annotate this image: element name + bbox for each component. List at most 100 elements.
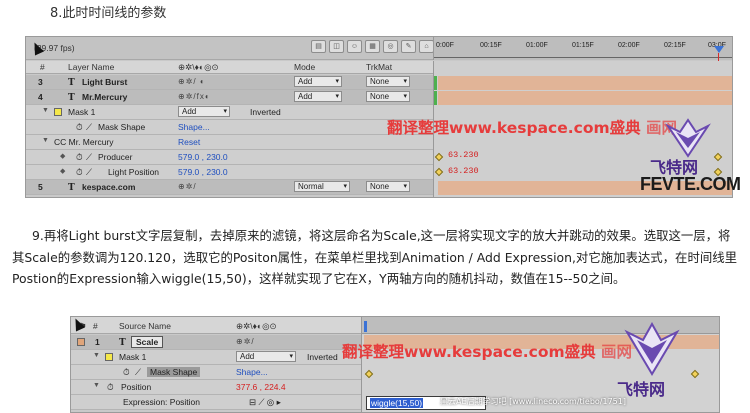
layer-row-scale[interactable]: 1 T Scale ⊕✲/ [71, 335, 361, 350]
trkmat-select[interactable]: None [366, 91, 410, 102]
mask-shape-row[interactable]: ⏱ ⟋ Mask Shape Shape... [71, 365, 361, 380]
mask-shape-row[interactable]: ⏱ ⟋ Mask Shape Shape... [26, 120, 433, 135]
expand-triangle-icon[interactable]: ▼ [42, 107, 49, 114]
expression-text: wiggle(15,50) [370, 398, 424, 408]
mask-shape-label: Mask Shape [98, 122, 146, 132]
timeline-toolbar: (29.97 fps) ▤ ◫ ☺ ▦ ◎ ✎ ⌂ 0:00F 00:15F 0… [26, 37, 732, 60]
text-layer-icon: T [68, 78, 75, 88]
switches-icons: ⊕✲\♦◐◎⊙ [236, 321, 277, 331]
keyframe-value: 63.230 [448, 150, 479, 160]
layer-row-kespace[interactable]: 5 T kespace.com ⊕✲/ Normal None [26, 180, 433, 195]
effect-row[interactable]: ▼ CC Mr. Mercury Reset [26, 135, 433, 150]
position-label: Position [121, 382, 152, 392]
mask-row[interactable]: ▼ Mask 1 Add Inverted [71, 350, 361, 365]
comp-mini-flowchart-icon[interactable]: ▤ [311, 40, 326, 53]
position-value[interactable]: 377.6 , 224.4 [236, 382, 286, 392]
current-time-indicator[interactable] [714, 46, 724, 53]
light-position-row[interactable]: ◆ ⏱ ⟋ Light Position 579.0 , 230.0 [26, 165, 433, 180]
watermark-text: 翻译整理www.kespace.com盛典 画网 [387, 119, 678, 137]
mask-mode-select[interactable]: Add [178, 106, 230, 117]
col-source-name[interactable]: Source Name [119, 321, 171, 331]
col-num: # [40, 62, 45, 72]
hide-shy-layers-icon[interactable]: ☺ [347, 40, 362, 53]
ruler-tick: 01:00F [526, 42, 548, 49]
layer-in-marker [434, 76, 437, 90]
ruler-tick: 02:15F [664, 42, 686, 49]
draft-3d-icon[interactable]: ◫ [329, 40, 344, 53]
layer-duration-bar[interactable] [438, 76, 732, 90]
expand-triangle-icon[interactable]: ▼ [42, 137, 49, 144]
producer-row[interactable]: ◆ ⏱ ⟋ Producer 579.0 , 230.0 [26, 150, 433, 165]
layer-in-marker [434, 91, 437, 105]
graph-icon: ⟋ [135, 367, 141, 377]
label-color-swatch[interactable] [77, 338, 85, 346]
effect-reset-link[interactable]: Reset [178, 137, 200, 147]
expression-controls-icon[interactable]: ⊟ ⟋ ◎ ▸ [249, 397, 281, 408]
mask-label: Mask 1 [119, 352, 147, 362]
keyframe-marker[interactable] [434, 167, 444, 177]
brainstorm-icon[interactable]: ✎ [401, 40, 416, 53]
expand-triangle-icon[interactable]: ▼ [93, 382, 100, 389]
keyframe-marker[interactable] [434, 152, 444, 162]
time-ruler[interactable]: 0:00F 00:15F 01:00F 01:15F 02:00F 02:15F… [433, 37, 732, 60]
graph-icon: ⟋ [86, 152, 92, 162]
position-row[interactable]: ▼ ⏱ Position 377.6 , 224.4 [71, 380, 361, 395]
column-headers: # Layer Name ⊕✲\♦◐◎⊙ Mode TrkMat [26, 61, 433, 74]
light-position-value[interactable]: 579.0 , 230.0 [178, 167, 228, 177]
mask-inverted-label[interactable]: Inverted [307, 352, 338, 362]
layer-row-light-burst[interactable]: 3 T Light Burst ⊕✲/ ◐ Add None [26, 75, 433, 90]
mask-shape-value[interactable]: Shape... [178, 122, 210, 132]
switches-icons: ⊕✲\♦◐◎⊙ [178, 62, 219, 72]
ruler-tick: 0:00F [436, 42, 454, 49]
text-layer-icon: T [68, 183, 75, 193]
ruler-tick: 00:15F [480, 42, 502, 49]
mask-inverted-label[interactable]: Inverted [250, 107, 281, 117]
mode-select[interactable]: Add [294, 91, 342, 102]
stopwatch-icon[interactable]: ⏱ [107, 382, 114, 393]
trkmat-select[interactable]: None [366, 76, 410, 87]
trkmat-select[interactable]: None [366, 181, 410, 192]
mask-color-swatch[interactable] [54, 108, 62, 116]
mask-row[interactable]: ▼ Mask 1 Add Inverted [26, 105, 433, 120]
layer-name-field[interactable]: Scale [131, 336, 164, 348]
stopwatch-icon[interactable]: ⏱ [76, 122, 83, 133]
step8-heading: 8.此时时间线的参数 [50, 6, 167, 21]
layer-name: Light Burst [82, 77, 128, 87]
footer-watermark: 黑云AE后期学习吧 [www.lineco.com/tiebo/1751] [440, 397, 626, 406]
expand-triangle-icon[interactable]: ▼ [93, 352, 100, 359]
frame-blending-icon[interactable]: ▦ [365, 40, 380, 53]
keyframe-nav-icon[interactable]: ◆ [60, 152, 65, 160]
keyframe-marker[interactable] [364, 369, 374, 379]
stopwatch-icon[interactable]: ⏱ [123, 367, 130, 378]
layer-switches-icon[interactable]: ⊕✲/ [236, 337, 255, 346]
stopwatch-icon[interactable]: ⏱ [76, 167, 83, 178]
mask-shape-value[interactable]: Shape... [236, 367, 268, 377]
ruler-tick: 01:15F [572, 42, 594, 49]
layer-duration-bar[interactable] [438, 91, 732, 105]
mask-color-swatch[interactable] [105, 353, 113, 361]
wing-logo-icon [665, 118, 711, 158]
expression-row[interactable]: Expression: Position ⊟ ⟋ ◎ ▸ [71, 395, 361, 410]
watermark-text: 翻译整理www.kespace.com盛典 画网 [342, 343, 633, 361]
logo-en-text: FEVTE.COM [640, 174, 741, 194]
mask-mode-select[interactable]: Add [236, 351, 296, 362]
keyframe-nav-icon[interactable]: ◆ [60, 167, 65, 175]
motion-blur-icon[interactable]: ◎ [383, 40, 398, 53]
col-mode[interactable]: Mode [294, 62, 315, 72]
col-layer-name[interactable]: Layer Name [68, 62, 114, 72]
producer-value[interactable]: 579.0 , 230.0 [178, 152, 228, 162]
layer-row-mr-mercury[interactable]: 4 T Mr.Mercury ⊕✲/fx◐ Add None [26, 90, 433, 105]
work-area-start[interactable] [364, 321, 367, 332]
col-trkmat[interactable]: TrkMat [366, 62, 392, 72]
wing-logo-icon [624, 322, 680, 376]
graph-editor-icon[interactable]: ⌂ [419, 40, 434, 53]
layer-switches-icon[interactable]: ⊕✲/ [178, 182, 197, 191]
layer-number: 1 [95, 337, 100, 347]
layer-switches-icon[interactable]: ⊕✲/fx◐ [178, 92, 211, 101]
step9-text: 9.再将Light burst文字层复制，去掉原来的滤镜，将这层命名为Scale… [12, 228, 738, 286]
mode-select[interactable]: Normal [294, 181, 350, 192]
keyframe-value: 63.230 [448, 166, 479, 176]
stopwatch-icon[interactable]: ⏱ [76, 152, 83, 163]
layer-switches-icon[interactable]: ⊕✲/ ◐ [178, 77, 206, 86]
mode-select[interactable]: Add [294, 76, 342, 87]
